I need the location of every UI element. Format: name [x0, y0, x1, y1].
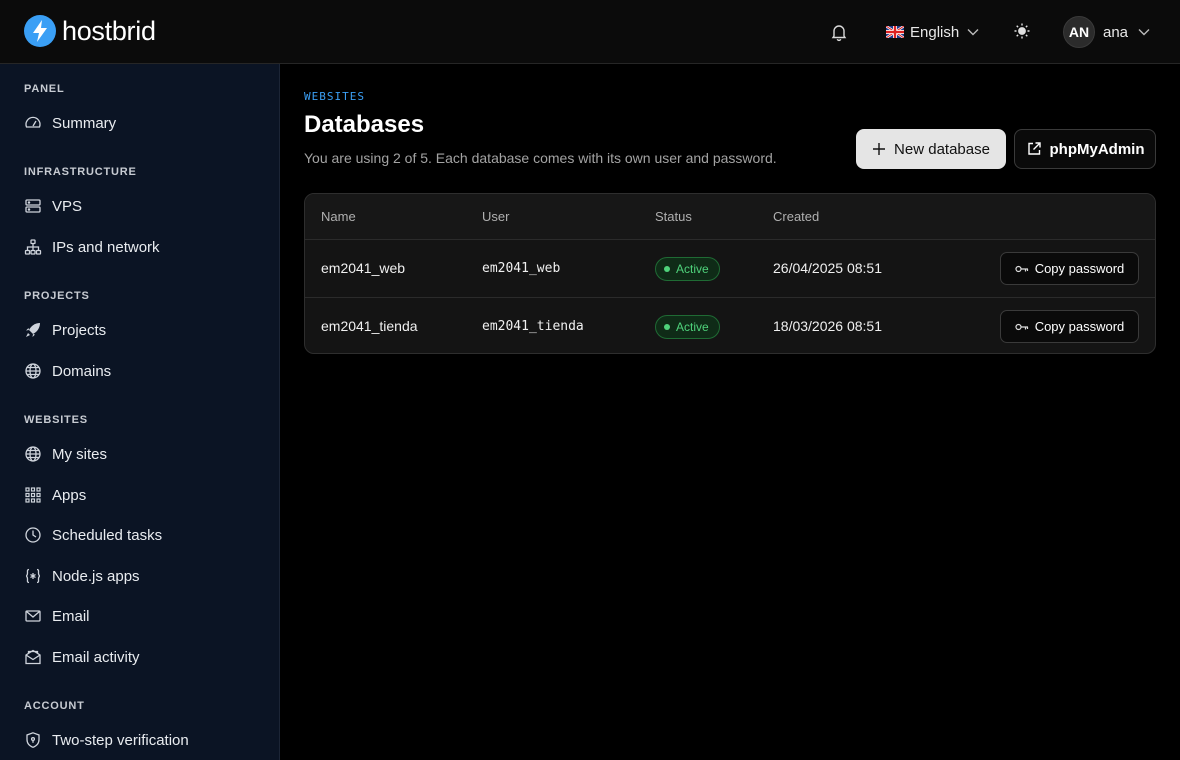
sidebar-item-label: Node.js apps [52, 567, 140, 585]
external-link-icon [1027, 142, 1041, 155]
sidebar-item-label: Scheduled tasks [52, 526, 163, 544]
network-icon [24, 239, 42, 255]
uk-flag-icon [886, 26, 904, 38]
database-name: em2041_tienda [321, 318, 418, 334]
grid-icon [25, 487, 41, 503]
section-title-panel: PANEL [24, 83, 65, 95]
sidebar-item-apps[interactable]: Apps [24, 483, 86, 507]
sidebar-item-label: Email [52, 607, 90, 625]
page-subtitle: You are using 2 of 5. Each database come… [304, 150, 777, 166]
sidebar-item-email-activity[interactable]: Email activity [24, 645, 140, 669]
clock-icon [25, 527, 41, 543]
status-badge: Active [655, 315, 720, 339]
table-header: Name User Status Created [305, 194, 1155, 240]
sidebar-item-label: IPs and network [52, 238, 160, 256]
sidebar-item-label: Apps [52, 486, 87, 504]
rocket-icon [26, 323, 40, 337]
sidebar-item-vps[interactable]: VPS [24, 194, 82, 218]
mail-icon [25, 610, 41, 622]
sidebar-item-label: VPS [52, 197, 83, 215]
brand-name: hostbrid [62, 16, 156, 46]
phpmyadmin-label: phpMyAdmin [1049, 140, 1145, 158]
breadcrumb: WEBSITES [304, 90, 365, 103]
plus-icon [873, 143, 886, 155]
table-row: em2041_web em2041_web Active 26/04/2025 … [305, 240, 1155, 297]
top-bar: hostbrid English AN ana [0, 0, 1180, 64]
sidebar-item-nodejs-apps[interactable]: Node.js apps [24, 564, 140, 588]
main-content: WEBSITES Databases You are using 2 of 5.… [280, 64, 1180, 760]
sidebar-item-domains[interactable]: Domains [24, 359, 111, 383]
sidebar-item-label: Projects [52, 321, 107, 339]
globe-icon [25, 363, 41, 379]
sidebar-item-ips-network[interactable]: IPs and network [24, 235, 160, 259]
copy-password-button[interactable]: Copy password [1000, 252, 1139, 285]
sidebar-item-label: Two-step verification [52, 731, 189, 749]
key-icon [1015, 265, 1028, 272]
mail-open-icon [25, 649, 41, 665]
database-user: em2041_tienda [482, 319, 584, 334]
sidebar-item-email[interactable]: Email [24, 604, 90, 628]
section-title-account: ACCOUNT [24, 700, 85, 712]
gauge-icon [25, 116, 41, 128]
sidebar-item-scheduled-tasks[interactable]: Scheduled tasks [24, 523, 162, 547]
language-label: English [910, 23, 960, 41]
braces-icon [25, 568, 41, 584]
status-dot [664, 266, 670, 272]
sidebar-item-label: Email activity [52, 648, 140, 666]
key-icon [1015, 323, 1028, 330]
column-header-user: User [482, 209, 510, 224]
database-user: em2041_web [482, 261, 561, 276]
status-badge: Active [655, 257, 720, 281]
sidebar: PANEL Summary INFRASTRUCTURE VPS IPs and… [0, 64, 280, 760]
table-row: em2041_tienda em2041_tienda Active 18/03… [305, 297, 1155, 353]
page-title: Databases [304, 111, 425, 138]
section-title-infrastructure: INFRASTRUCTURE [24, 166, 137, 178]
sidebar-item-label: Domains [52, 362, 112, 380]
column-header-status: Status [655, 209, 692, 224]
chevron-down-icon [1138, 29, 1150, 36]
sidebar-item-label: Summary [52, 114, 117, 132]
user-menu[interactable]: AN ana [1063, 16, 1150, 48]
bell-icon[interactable] [829, 22, 849, 42]
copy-password-label: Copy password [1034, 261, 1125, 276]
chevron-down-icon [967, 29, 979, 36]
column-header-created: Created [773, 209, 820, 224]
databases-table: Name User Status Created em2041_web em20… [304, 193, 1156, 354]
new-database-label: New database [894, 140, 990, 158]
copy-password-label: Copy password [1034, 319, 1125, 334]
status-label: Active [676, 320, 709, 334]
status-label: Active [676, 262, 709, 276]
user-name: ana [1103, 23, 1129, 41]
sun-icon[interactable] [1012, 21, 1032, 41]
server-icon [25, 199, 41, 213]
lightning-icon [24, 15, 56, 47]
section-title-websites: WEBSITES [24, 414, 88, 426]
status-dot [664, 324, 670, 330]
avatar: AN [1063, 16, 1095, 48]
database-created: 18/03/2026 08:51 [773, 318, 882, 334]
database-created: 26/04/2025 08:51 [773, 260, 882, 276]
database-name: em2041_web [321, 260, 406, 276]
brand-logo[interactable]: hostbrid [24, 15, 156, 47]
sidebar-item-summary[interactable]: Summary [24, 111, 116, 135]
sidebar-item-projects[interactable]: Projects [24, 318, 106, 342]
sidebar-item-label: My sites [52, 445, 108, 463]
language-selector[interactable]: English [886, 20, 979, 44]
phpmyadmin-button[interactable]: phpMyAdmin [1014, 129, 1156, 169]
sidebar-item-my-sites[interactable]: My sites [24, 442, 107, 466]
section-title-projects: PROJECTS [24, 290, 90, 302]
copy-password-button[interactable]: Copy password [1000, 310, 1139, 343]
shield-icon [26, 732, 40, 748]
globe-icon [25, 446, 41, 462]
new-database-button[interactable]: New database [856, 129, 1006, 169]
column-header-name: Name [321, 209, 356, 224]
sidebar-item-two-step-verification[interactable]: Two-step verification [24, 728, 189, 752]
